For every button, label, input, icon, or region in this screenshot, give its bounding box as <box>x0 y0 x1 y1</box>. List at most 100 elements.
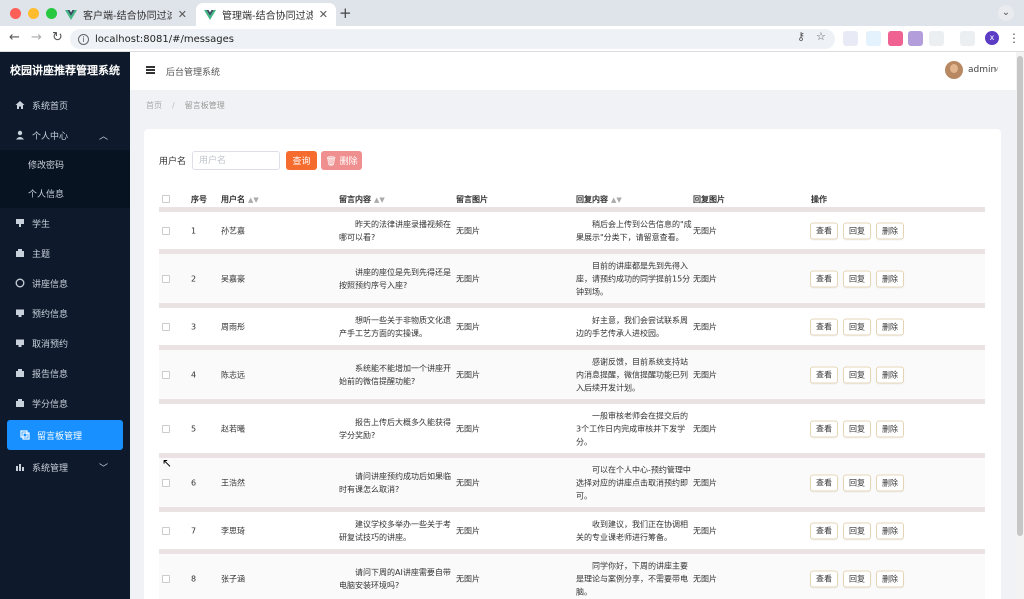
sidebar-subitem-change-password[interactable]: 修改密码 <box>0 150 130 179</box>
delete-button[interactable]: 删除 <box>876 522 904 539</box>
address-bar: ← → ↻ i localhost:8081/#/messages ⚷ ☆ <box>0 26 1024 52</box>
sidebar-item-booking[interactable]: 预约信息 <box>0 298 130 328</box>
user-name[interactable]: admin <box>968 65 996 75</box>
reply-button[interactable]: 回复 <box>843 474 871 491</box>
profile-avatar[interactable]: x <box>985 31 999 45</box>
menu-toggle-icon[interactable] <box>146 66 155 74</box>
reply-button[interactable]: 回复 <box>843 270 871 287</box>
back-icon[interactable]: ← <box>9 30 20 45</box>
extension-vue-devtools-icon[interactable] <box>908 31 923 46</box>
select-all-checkbox[interactable] <box>162 195 170 203</box>
delete-button[interactable]: 删除 <box>876 420 904 437</box>
row-checkbox[interactable] <box>162 226 170 235</box>
header-username[interactable]: 用户名 ▲▼ <box>221 194 259 205</box>
url-field[interactable]: i localhost:8081/#/messages <box>70 29 835 49</box>
page-scrollbar[interactable] <box>1016 52 1024 599</box>
row-checkbox[interactable] <box>162 370 170 379</box>
reply-button[interactable]: 回复 <box>843 318 871 335</box>
extensions-puzzle-icon[interactable] <box>929 31 944 46</box>
header-content[interactable]: 留言内容 ▲▼ <box>339 194 385 205</box>
browser-tab-client[interactable]: 客户端-结合协同过滤的校园讲座 ✕ <box>57 3 195 26</box>
browser-tab-admin[interactable]: 管理端-结合协同过滤的校园讲座 ✕ <box>196 3 336 26</box>
reply-button[interactable]: 回复 <box>843 420 871 437</box>
sidebar-item-personal-center[interactable]: 个人中心 ︿ <box>0 120 130 150</box>
close-icon[interactable]: ✕ <box>319 8 328 21</box>
close-icon[interactable]: ✕ <box>178 8 187 21</box>
sidebar-item-student[interactable]: 学生 <box>0 208 130 238</box>
breadcrumb: 首页 / 留言板管理 <box>146 100 225 111</box>
header-reply[interactable]: 回复内容 ▲▼ <box>576 194 622 205</box>
view-button[interactable]: 查看 <box>810 522 838 539</box>
delete-button[interactable]: 删除 <box>876 570 904 587</box>
trash-icon: 🗑 <box>325 157 340 167</box>
extension-cut-icon[interactable] <box>866 31 881 46</box>
sidebar-item-label: 取消预约 <box>32 339 69 350</box>
minimize-window-button[interactable] <box>28 8 39 19</box>
view-button[interactable]: 查看 <box>810 474 838 491</box>
row-checkbox[interactable] <box>162 574 170 583</box>
reply-button[interactable]: 回复 <box>843 522 871 539</box>
sidebar-item-label: 讲座信息 <box>32 279 69 290</box>
sidebar-item-topic[interactable]: 主题 <box>0 238 130 268</box>
view-button[interactable]: 查看 <box>810 270 838 287</box>
reply-button[interactable]: 回复 <box>843 366 871 383</box>
row-reply-image: 无图片 <box>693 370 717 379</box>
mouse-cursor: ↖ <box>162 456 173 470</box>
reply-button[interactable]: 回复 <box>843 570 871 587</box>
messages-table: 序号 用户名 ▲▼ 留言内容 ▲▼ 留言图片 回复内容 ▲▼ 回复图片 操作 1 孙艺嘉… <box>159 186 985 599</box>
delete-button[interactable]: 删除 <box>876 474 904 491</box>
site-info-icon[interactable]: i <box>78 33 89 45</box>
row-checkbox[interactable] <box>162 478 170 487</box>
extension-scissors-icon[interactable] <box>843 31 858 46</box>
close-window-button[interactable] <box>10 8 21 19</box>
browser-tab-title: 管理端-结合协同过滤的校园讲座 <box>222 11 313 22</box>
scrollbar-thumb[interactable] <box>1017 56 1023 536</box>
key-icon[interactable]: ⚷ <box>797 30 805 43</box>
sort-icon[interactable]: ▲▼ <box>611 196 622 204</box>
maximize-window-button[interactable] <box>46 8 57 19</box>
delete-button[interactable]: 删除 <box>876 222 904 239</box>
username-search-input[interactable] <box>192 151 281 170</box>
chevron-down-icon[interactable]: ∨ <box>994 65 999 73</box>
row-index: 1 <box>191 226 197 235</box>
row-checkbox[interactable] <box>162 322 170 331</box>
sidebar-item-credit[interactable]: 学分信息 <box>0 388 130 418</box>
lecture-icon <box>15 278 25 288</box>
new-tab-icon[interactable]: + <box>339 4 352 22</box>
sort-icon[interactable]: ▲▼ <box>374 196 385 204</box>
delete-button[interactable]: 删除 <box>876 366 904 383</box>
view-button[interactable]: 查看 <box>810 222 838 239</box>
table-row: 7 李思琦 建议学校多举办一些关于考研复试技巧的讲座。 无图片 收到建议，我们正在协调相… <box>159 512 985 554</box>
row-checkbox[interactable] <box>162 526 170 535</box>
breadcrumb-current: 留言板管理 <box>184 101 225 110</box>
row-reply-image: 无图片 <box>693 478 717 487</box>
tab-search-icon[interactable]: ⌄ <box>998 5 1014 21</box>
view-button[interactable]: 查看 <box>810 420 838 437</box>
delete-button[interactable]: 删除 <box>876 318 904 335</box>
sidebar-item-home[interactable]: 系统首页 <box>0 90 130 120</box>
bookmark-star-icon[interactable]: ☆ <box>816 30 826 43</box>
view-button[interactable]: 查看 <box>810 366 838 383</box>
row-checkbox[interactable] <box>162 274 170 283</box>
reload-icon[interactable]: ↻ <box>52 30 63 45</box>
sidebar-item-cancel-booking[interactable]: 取消预约 <box>0 328 130 358</box>
downloads-icon[interactable] <box>960 31 975 46</box>
sidebar-item-lecture[interactable]: 讲座信息 <box>0 268 130 298</box>
sidebar-item-message-board[interactable]: 留言板管理 <box>7 420 123 450</box>
breadcrumb-home[interactable]: 首页 <box>146 101 162 110</box>
avatar[interactable] <box>945 61 963 79</box>
forward-icon[interactable]: → <box>31 30 42 45</box>
batch-delete-button[interactable]: 🗑 删除 <box>321 151 363 170</box>
view-button[interactable]: 查看 <box>810 318 838 335</box>
view-button[interactable]: 查看 <box>810 570 838 587</box>
extension-download-icon[interactable] <box>888 31 903 46</box>
query-button[interactable]: 查询 <box>286 151 318 170</box>
row-checkbox[interactable] <box>162 424 170 433</box>
delete-button[interactable]: 删除 <box>876 270 904 287</box>
more-menu-icon[interactable]: ⋮ <box>1008 31 1020 45</box>
sidebar-item-system[interactable]: 系统管理 ﹀ <box>0 452 130 482</box>
sidebar-item-report[interactable]: 报告信息 <box>0 358 130 388</box>
sort-icon[interactable]: ▲▼ <box>248 196 259 204</box>
reply-button[interactable]: 回复 <box>843 222 871 239</box>
sidebar-subitem-profile[interactable]: 个人信息 <box>0 179 130 208</box>
